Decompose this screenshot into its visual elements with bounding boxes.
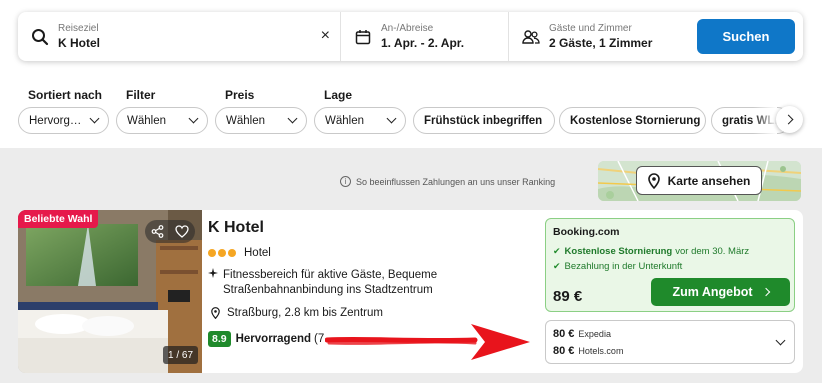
popular-badge: Beliebte Wahl [18, 210, 99, 228]
view-map-button[interactable]: Karte ansehen [636, 166, 762, 195]
check-icon: ✔ [553, 261, 561, 271]
chip-breakfast[interactable]: Frühstück inbegriffen [413, 107, 555, 134]
perk-cancellation-rest: vor dem 30. März [675, 246, 750, 257]
photo-actions [145, 220, 195, 243]
chevron-down-icon [89, 113, 100, 124]
destination-value[interactable]: K Hotel [58, 35, 100, 51]
chevron-down-icon [287, 113, 298, 124]
filter-label: Filter [126, 88, 156, 102]
scroll-fade [753, 106, 777, 136]
chevron-down-icon [386, 113, 397, 124]
view-deal-button[interactable]: Zum Angebot [651, 278, 790, 306]
sort-dropdown[interactable]: Hervorg… [18, 107, 109, 134]
perk-payment-text: Bezahlung in der Unterkunft [564, 261, 683, 272]
price-label: Preis [225, 88, 255, 102]
filter-group: Filter Wählen [116, 88, 208, 134]
sort-group: Sortiert nach Hervorg… [18, 88, 109, 134]
ranking-text: So beeinflussen Zahlungen an uns unser R… [356, 176, 556, 187]
filter-row: Sortiert nach Hervorg… Filter Wählen Pre… [18, 88, 822, 136]
offer-provider: Booking.com [553, 226, 620, 238]
star-dot-icon [228, 249, 236, 257]
other-offer-provider: Expedia [578, 329, 611, 339]
other-offer-provider: Hotels.com [578, 346, 624, 356]
other-offer-price: 80 € [553, 345, 575, 357]
hotel-features-text: Fitnessbereich für aktive Gäste, Bequeme… [223, 269, 438, 296]
chevron-down-icon [188, 113, 199, 124]
guests-value: 2 Gäste, 1 Zimmer [549, 35, 653, 50]
guests-field[interactable]: Gäste und Zimmer 2 Gäste, 1 Zimmer [509, 12, 689, 61]
perk-cancellation-bold: Kostenlose Stornierung [564, 246, 673, 257]
view-map-label: Karte ansehen [667, 173, 751, 188]
location-group: Lage Wählen [314, 88, 406, 134]
ranking-note[interactable]: i So beeinflussen Zahlungen an uns unser… [340, 176, 555, 187]
location-label: Lage [324, 88, 353, 102]
hotel-type-label: Hotel [244, 247, 271, 259]
sort-value: Hervorg… [29, 114, 82, 127]
other-offer-row[interactable]: 80 € Expedia [553, 328, 611, 340]
hotel-name[interactable]: K Hotel [208, 219, 264, 237]
guests-icon [521, 27, 541, 47]
dates-label: An-/Abreise [381, 22, 434, 34]
location-pin-icon [208, 307, 222, 319]
guests-label: Gäste und Zimmer [549, 22, 632, 34]
star-dot-icon [208, 249, 216, 257]
chevron-down-icon[interactable] [775, 335, 786, 346]
heart-icon[interactable] [175, 225, 189, 238]
view-deal-label: Zum Angebot [672, 285, 753, 299]
dates-field[interactable]: An-/Abreise 1. Apr. - 2. Apr. [341, 12, 509, 61]
offer-perk-payment: ✔ Bezahlung in der Unterkunft [553, 261, 682, 272]
offer-perk-cancellation: ✔ Kostenlose Stornierung vor dem 30. Mär… [553, 246, 749, 257]
other-offers[interactable]: 80 € Expedia 80 € Hotels.com [545, 320, 795, 364]
chevron-right-icon [761, 287, 770, 297]
destination-field[interactable]: Reiseziel K Hotel × [18, 12, 341, 61]
chip-free-cancellation[interactable]: Kostenlose Stornierung [559, 107, 706, 134]
info-icon: i [340, 176, 351, 187]
hotel-photo[interactable]: Beliebte Wahl 1 / 67 [18, 210, 202, 373]
location-value: Wählen [325, 114, 364, 127]
rating-label: Hervorragend [235, 333, 312, 345]
clear-icon[interactable]: × [321, 27, 330, 45]
search-bar: Reiseziel K Hotel × An-/Abreise 1. Apr. … [18, 12, 803, 61]
filter-value: Wählen [127, 114, 166, 127]
search-icon [30, 27, 50, 47]
calendar-icon [353, 27, 373, 47]
map-pin-icon [647, 172, 660, 189]
check-icon: ✔ [553, 246, 561, 256]
share-icon[interactable] [151, 225, 164, 238]
dates-value: 1. Apr. - 2. Apr. [381, 35, 465, 50]
hotel-rating[interactable]: 8.9 Hervorragend (7 [208, 331, 324, 347]
scroll-right-button[interactable] [776, 106, 803, 133]
chevron-right-icon [783, 114, 793, 125]
offer-price: 89 € [553, 288, 583, 305]
price-group: Preis Wählen [215, 88, 307, 134]
photo-counter: 1 / 67 [163, 346, 199, 364]
price-value: Wählen [226, 114, 265, 127]
price-dropdown[interactable]: Wählen [215, 107, 307, 134]
rating-score: 8.9 [208, 331, 231, 347]
best-offer-panel[interactable]: Booking.com ✔ Kostenlose Stornierung vor… [545, 218, 795, 312]
star-dot-icon [218, 249, 226, 257]
sort-label: Sortiert nach [28, 88, 103, 102]
annotation-arrow [325, 324, 530, 360]
hotel-type: Hotel [208, 247, 271, 259]
other-offer-price: 80 € [553, 328, 575, 340]
search-button[interactable]: Suchen [697, 19, 795, 54]
location-dropdown[interactable]: Wählen [314, 107, 406, 134]
other-offer-row[interactable]: 80 € Hotels.com [553, 345, 623, 357]
filter-dropdown[interactable]: Wählen [116, 107, 208, 134]
rating-count: (7 [314, 333, 325, 345]
destination-label: Reiseziel [58, 22, 99, 34]
sparkle-icon [208, 268, 218, 298]
hotel-features: Fitnessbereich für aktive Gäste, Bequeme… [208, 268, 528, 298]
